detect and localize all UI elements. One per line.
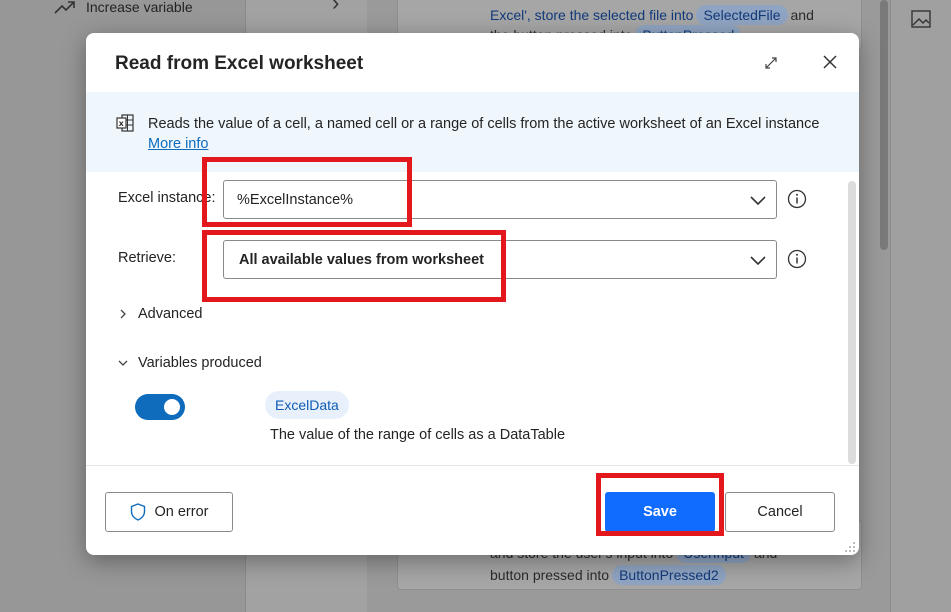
chevron-down-icon [118, 360, 128, 366]
cancel-button[interactable]: Cancel [725, 492, 835, 532]
excel-instance-dropdown[interactable]: %ExcelInstance% [223, 180, 777, 219]
resize-grip-icon[interactable] [842, 539, 856, 553]
action-label: Increase variable [86, 0, 193, 15]
advanced-label: Advanced [138, 306, 203, 322]
background-right-panel [890, 0, 951, 612]
chevron-down-icon [750, 196, 766, 206]
excel-icon: x [116, 114, 134, 132]
info-icon[interactable] [787, 189, 807, 209]
close-button[interactable] [819, 51, 841, 73]
expand-button[interactable] [761, 53, 781, 73]
chevron-right-icon [120, 309, 126, 319]
expand-icon [765, 57, 777, 69]
retrieve-dropdown[interactable]: All available values from worksheet [223, 240, 777, 279]
advanced-section-toggle[interactable]: Advanced [118, 306, 203, 322]
variables-produced-label: Variables produced [138, 355, 262, 371]
info-banner: x Reads the value of a cell, a named cel… [86, 92, 859, 172]
step-description: button pressed into ButtonPressed2 [490, 565, 729, 585]
svg-text:x: x [119, 119, 125, 128]
shield-icon [130, 503, 145, 521]
image-icon[interactable] [911, 10, 931, 28]
footer-divider [86, 465, 859, 466]
chevron-right-icon: › [332, 0, 340, 15]
variable-name-chip[interactable]: ExcelData [265, 391, 349, 419]
variable-enabled-toggle[interactable] [135, 394, 185, 420]
step-description: Excel', store the selected file into Sele… [490, 5, 814, 25]
background-scrollbar[interactable] [880, 0, 890, 612]
on-error-label: On error [154, 504, 209, 520]
toggle-knob [164, 399, 180, 415]
excel-instance-label: Excel instance: [118, 190, 216, 206]
variable-chip: SelectedFile [696, 5, 788, 25]
more-info-link[interactable]: More info [148, 134, 208, 154]
save-button[interactable]: Save [605, 492, 715, 532]
retrieve-value: All available values from worksheet [239, 251, 484, 268]
variable-chip: ButtonPressed2 [612, 565, 726, 585]
chevron-down-icon [750, 256, 766, 266]
action-increase-variable[interactable]: Increase variable [54, 0, 193, 18]
info-icon[interactable] [787, 249, 807, 269]
read-excel-dialog: Read from Excel worksheet x Reads the va… [86, 33, 859, 555]
trend-up-icon [54, 1, 75, 14]
retrieve-label: Retrieve: [118, 250, 177, 266]
dialog-title: Read from Excel worksheet [115, 53, 364, 74]
excel-instance-value: %ExcelInstance% [237, 191, 354, 208]
dialog-scrollbar[interactable] [848, 181, 856, 464]
close-icon [823, 55, 837, 69]
variables-section-toggle[interactable]: Variables produced [118, 355, 262, 371]
scrollbar-thumb[interactable] [880, 0, 888, 250]
on-error-button[interactable]: On error [105, 492, 233, 532]
info-description: Reads the value of a cell, a named cell … [148, 116, 820, 132]
variable-description: The value of the range of cells as a Dat… [270, 427, 566, 443]
